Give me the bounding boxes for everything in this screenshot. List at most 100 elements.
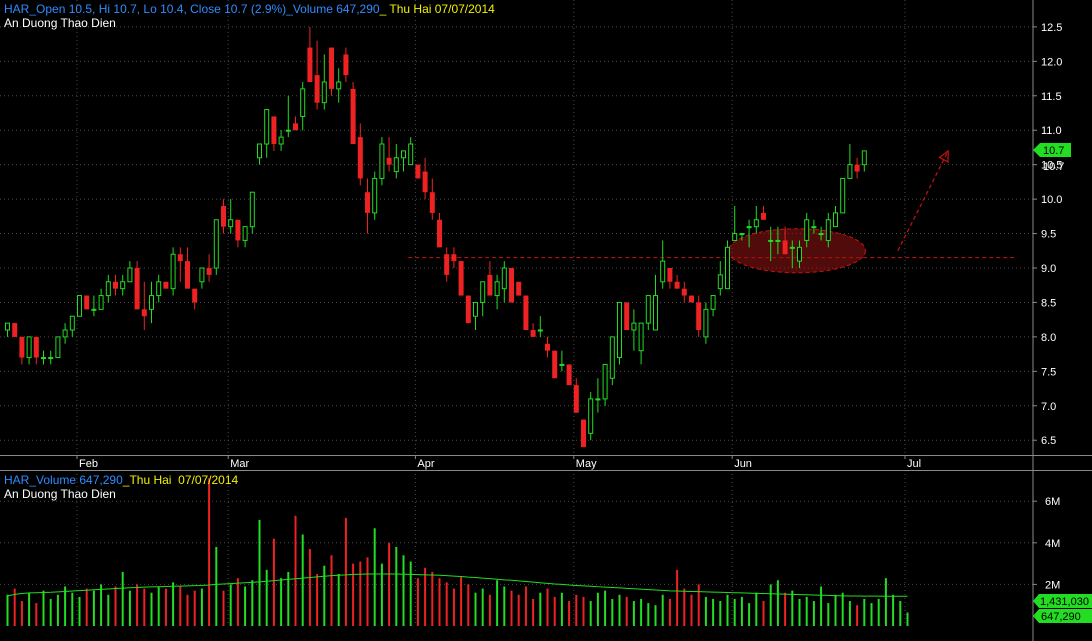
volume-bar (186, 594, 189, 626)
candle (350, 82, 356, 144)
volume-bar (337, 574, 340, 626)
candle-body (48, 357, 54, 360)
volume-bar (510, 590, 513, 626)
candle-body (674, 281, 680, 289)
candle-body (437, 219, 442, 248)
candle-body (343, 54, 349, 76)
volume-bar (92, 590, 95, 626)
volume-bar (841, 592, 844, 626)
price-tick-label: 7.5 (1041, 366, 1056, 378)
volume-header-stats: Volume 647,290 (36, 473, 123, 487)
candle (213, 219, 219, 275)
volume-bar (690, 594, 693, 626)
candle-body (523, 295, 529, 330)
month-label: Jul (907, 458, 921, 470)
price-header: HAR_Open 10.5, Hi 10.7, Lo 10.4, Close 1… (4, 2, 495, 16)
candle-body (689, 295, 694, 303)
volume-bar (481, 588, 484, 626)
candle-body (408, 143, 414, 166)
volume-bar (28, 592, 31, 626)
volume-header: HAR_Volume 647,290_Thu Hai 07/07/2014 (4, 473, 238, 487)
volume-bar (870, 603, 873, 626)
candle-body (379, 143, 385, 179)
volume-bar (676, 569, 679, 626)
candle-body (768, 239, 774, 242)
volume-bar (352, 563, 355, 626)
volume-bar (452, 588, 455, 626)
candle (725, 240, 730, 290)
candle (689, 295, 694, 303)
volume-bar (395, 546, 398, 626)
volume-bar (647, 603, 650, 626)
candle (458, 261, 464, 296)
candle-body (487, 274, 493, 296)
candle-body (249, 191, 255, 228)
candle-body (444, 254, 450, 275)
volume-bar (755, 592, 758, 626)
candle-body (825, 219, 831, 241)
price-tick-label: 8.0 (1041, 332, 1056, 344)
candle (12, 323, 18, 337)
candle-body (739, 233, 745, 236)
candle-body (797, 246, 802, 262)
stock-chart[interactable]: 6.57.07.58.08.59.09.510.010.511.011.512.… (0, 0, 1092, 641)
volume-bar (35, 603, 38, 626)
candle-body (465, 295, 471, 324)
candle-body (833, 212, 838, 228)
candle-body (300, 88, 306, 117)
volume-bar (164, 588, 167, 626)
volume-bar (251, 580, 254, 626)
volume-bar (121, 571, 124, 626)
candle-body (206, 268, 212, 275)
candle (465, 295, 471, 324)
price-tick-label: 10.0 (1041, 194, 1062, 206)
price-company: An Duong Thao Dien (4, 16, 116, 30)
volume-bar (100, 584, 103, 626)
price-header-stats: Open 10.5, Hi 10.7, Lo 10.4, Close 10.7 … (36, 2, 380, 16)
candle-body (271, 116, 277, 144)
volume-bar (474, 592, 477, 626)
volume-bar (784, 592, 787, 626)
candle-body (501, 267, 507, 290)
candle (163, 281, 169, 289)
candle (415, 164, 421, 179)
candle (516, 281, 522, 296)
price-tick-label: 11.5 (1041, 91, 1062, 103)
volume-bar (388, 542, 391, 626)
month-label: Jun (734, 458, 752, 470)
candle-body (660, 260, 666, 283)
candle-body (401, 150, 406, 159)
candle-body (177, 254, 183, 262)
candle (624, 302, 630, 330)
candle (77, 295, 82, 317)
volume-bar (49, 598, 52, 626)
last-price-label: 10.7 (1043, 161, 1064, 173)
volume-bar (892, 594, 895, 626)
volume-bar (366, 557, 369, 626)
candle (840, 177, 846, 214)
candle-body (732, 233, 738, 241)
candle-body (710, 295, 716, 310)
candle-body (386, 157, 392, 165)
candle-body (782, 240, 788, 255)
volume-bar (258, 519, 261, 626)
candle-body (26, 336, 32, 359)
month-label: Mar (230, 458, 249, 470)
candle-body (336, 81, 342, 90)
volume-bar (208, 478, 211, 626)
candle (509, 268, 514, 303)
volume-bar (294, 515, 297, 626)
candle-body (473, 301, 478, 317)
candle-body (631, 322, 637, 331)
volume-bar (467, 584, 470, 626)
volume-bar (244, 586, 247, 626)
candle-body (422, 171, 428, 193)
volume-bar (236, 578, 239, 626)
volume-bar (596, 592, 599, 626)
volume-bar (460, 576, 463, 626)
volume-bar (827, 603, 830, 626)
candle-body (285, 129, 291, 132)
volume-bar (71, 592, 74, 626)
volume-bar (848, 601, 851, 626)
candle-body (12, 323, 18, 337)
